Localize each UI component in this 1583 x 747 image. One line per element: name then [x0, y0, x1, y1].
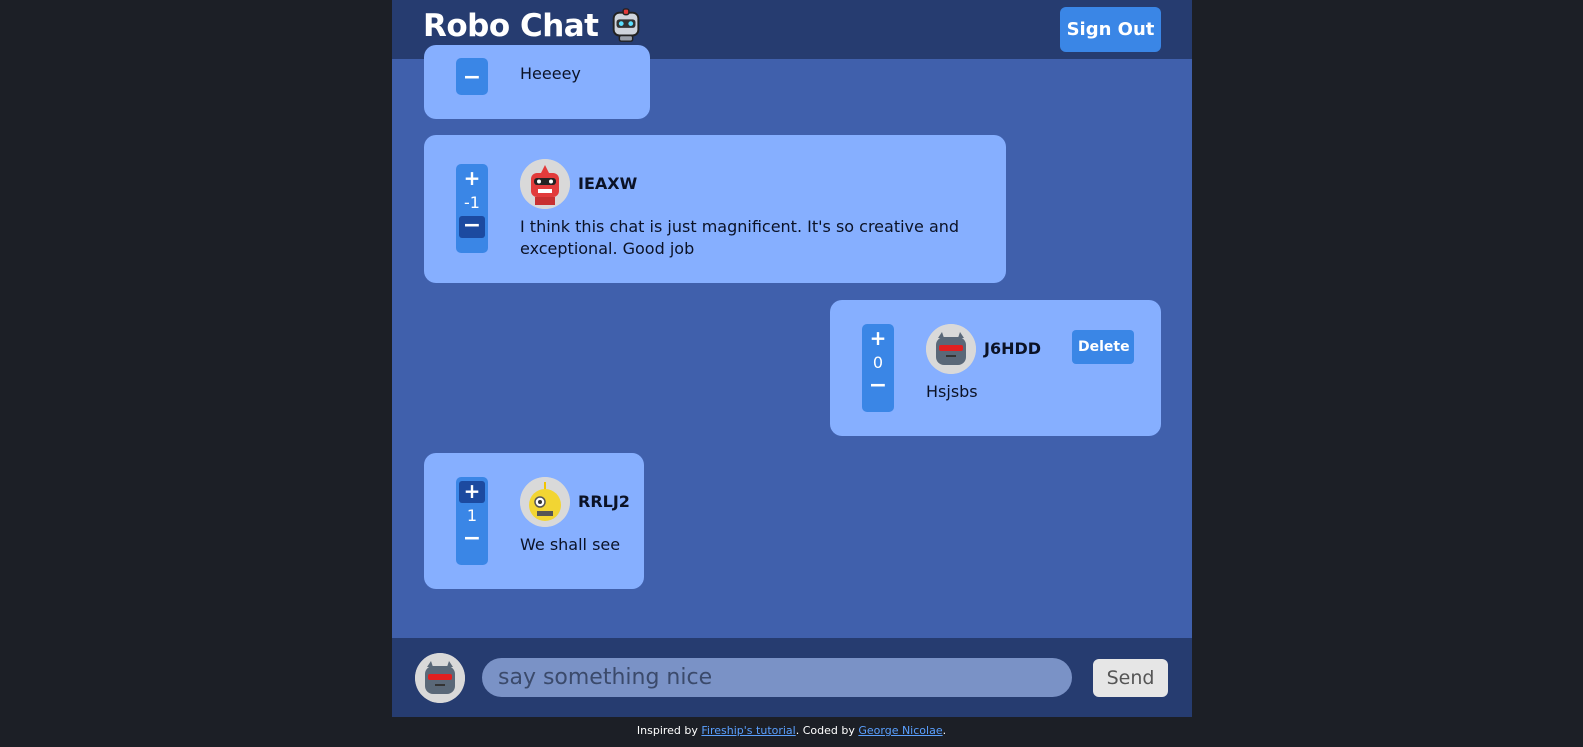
avatar — [520, 159, 570, 209]
downvote-button[interactable]: − — [459, 215, 485, 238]
message-card: + -1 − IEAXW I think this chat is just m… — [424, 135, 1006, 283]
sign-out-button[interactable]: Sign Out — [1060, 7, 1161, 52]
message-input[interactable] — [482, 658, 1072, 697]
composer: Send — [392, 638, 1192, 717]
message-card: + 0 − J6HDD Delete Hsjsbs — [830, 300, 1161, 436]
message-text: Heeeey — [520, 64, 581, 83]
message-author: RRLJ2 — [578, 492, 630, 511]
footer: Inspired by Fireship's tutorial. Coded b… — [0, 724, 1583, 737]
vote-control: + 1 − — [456, 477, 488, 565]
downvote-button[interactable]: − — [865, 375, 891, 398]
app-title: Robo Chat — [423, 7, 645, 45]
fireship-tutorial-link[interactable]: Fireship's tutorial — [701, 724, 795, 737]
robot-emoji-icon — [612, 8, 639, 42]
vote-control: − — [456, 58, 488, 95]
message-text: I think this chat is just magnificent. I… — [520, 217, 960, 258]
gray-robot-avatar-icon — [415, 653, 465, 703]
vote-control: + 0 − — [862, 324, 894, 412]
red-robot-avatar-icon — [520, 159, 570, 209]
footer-inspired-prefix: Inspired by — [636, 724, 702, 737]
footer-coded-prefix: . Coded by — [795, 724, 859, 737]
delete-button[interactable]: Delete — [1072, 330, 1134, 364]
upvote-button[interactable]: + — [865, 328, 891, 350]
vote-score: -1 — [464, 193, 480, 212]
author-link[interactable]: George Nicolae — [858, 724, 942, 737]
gray-robot-avatar-icon — [926, 324, 976, 374]
message-card: + 1 − RRLJ2 We shall see — [424, 453, 644, 589]
message-author: IEAXW — [578, 174, 638, 193]
avatar — [926, 324, 976, 374]
footer-suffix: . — [942, 724, 947, 737]
upvote-button[interactable]: + — [459, 168, 485, 190]
message-author: J6HDD — [984, 339, 1042, 358]
message-text: We shall see — [520, 535, 621, 554]
app-title-text: Robo Chat — [423, 8, 599, 44]
chat-app: Robo Chat Sign Out − Heeeey + -1 − IEAXW… — [392, 0, 1192, 717]
avatar — [520, 477, 570, 527]
current-user-avatar — [415, 653, 465, 703]
yellow-robot-avatar-icon — [520, 477, 570, 527]
message-text: Hsjsbs — [926, 382, 978, 401]
upvote-button[interactable]: + — [459, 481, 485, 503]
downvote-button[interactable]: − — [459, 528, 485, 551]
send-button[interactable]: Send — [1093, 659, 1168, 697]
message-card: − Heeeey — [424, 45, 650, 119]
vote-score: 0 — [872, 353, 884, 372]
downvote-button[interactable]: − — [459, 67, 485, 90]
vote-score: 1 — [466, 506, 478, 525]
vote-control: + -1 − — [456, 164, 488, 253]
